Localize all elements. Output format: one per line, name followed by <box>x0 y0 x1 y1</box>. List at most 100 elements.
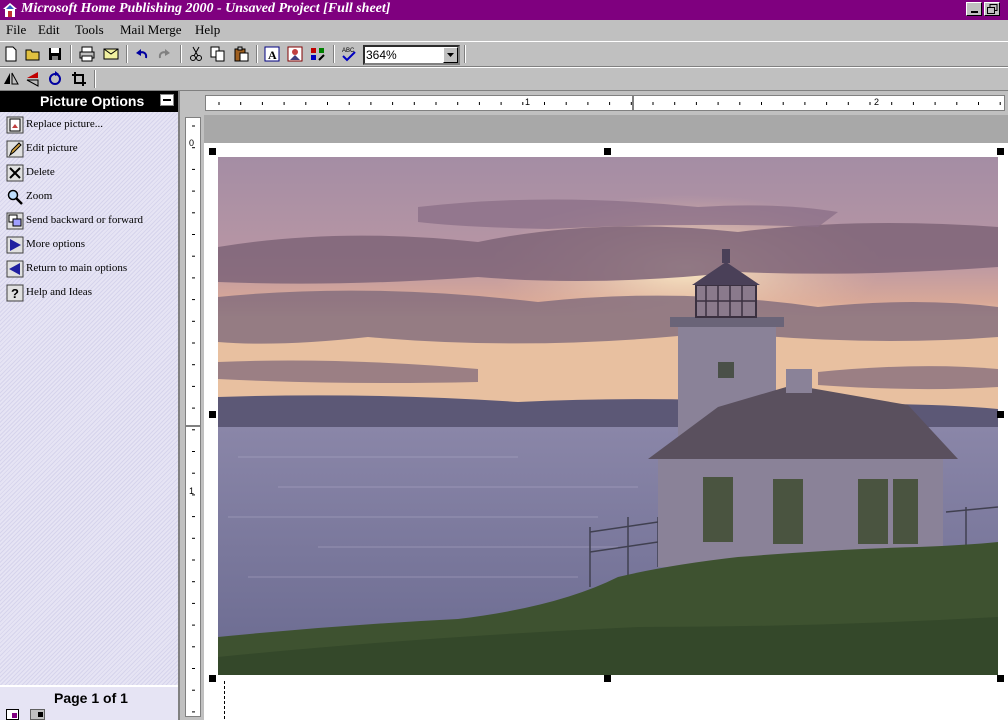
resize-handle-ne[interactable] <box>997 148 1004 155</box>
margin-guide <box>224 681 225 719</box>
panel-title: Picture Options <box>40 93 145 109</box>
option-zoom[interactable]: Zoom <box>5 187 175 207</box>
standard-toolbar: A ABC 364% <box>0 41 1008 67</box>
option-label: Send backward or forward <box>26 214 143 226</box>
window-title: Microsoft Home Publishing 2000 - Unsaved… <box>21 1 391 16</box>
copy-icon <box>210 46 225 62</box>
flip-horizontal-button[interactable] <box>2 70 20 88</box>
toolbar-separator <box>256 45 258 63</box>
insert-text-button[interactable]: A <box>263 45 281 63</box>
option-label: Replace picture... <box>26 118 103 130</box>
menu-file[interactable]: File <box>6 22 26 38</box>
resize-handle-se[interactable] <box>997 675 1004 682</box>
page-navigator: Page 1 of 1 <box>0 685 178 720</box>
resize-handle-n[interactable] <box>604 148 611 155</box>
option-label: Edit picture <box>26 142 78 154</box>
text-box-icon: A <box>264 46 280 62</box>
resize-handle-e[interactable] <box>997 411 1004 418</box>
resize-handle-w[interactable] <box>209 411 216 418</box>
open-button[interactable] <box>24 45 42 63</box>
option-send-backward-forward[interactable]: Send backward or forward <box>5 211 175 231</box>
option-help-ideas[interactable]: ? Help and Ideas <box>5 283 175 303</box>
pencil-icon <box>6 140 24 158</box>
toolbar-separator <box>94 70 96 88</box>
new-document-icon <box>5 46 17 62</box>
zoom-dropdown-button[interactable] <box>443 47 458 63</box>
horizontal-ruler: 1 2 <box>180 91 1008 115</box>
cut-button[interactable] <box>187 45 205 63</box>
ruler-number: 0 <box>189 138 195 148</box>
app-logo-icon <box>3 3 17 17</box>
resize-handle-sw[interactable] <box>209 675 216 682</box>
toolbar-separator <box>126 45 128 63</box>
option-replace-picture[interactable]: Replace picture... <box>5 115 175 135</box>
svg-text:A: A <box>268 48 277 62</box>
crop-icon <box>72 72 86 86</box>
save-button[interactable] <box>46 45 64 63</box>
lighthouse-photo[interactable] <box>218 157 998 675</box>
toolbar-separator <box>464 45 466 63</box>
new-button[interactable] <box>2 45 20 63</box>
title-bar: Microsoft Home Publishing 2000 - Unsaved… <box>0 0 1008 20</box>
menu-edit[interactable]: Edit <box>38 22 60 38</box>
magnifier-icon <box>7 189 23 205</box>
option-more-options[interactable]: More options <box>5 235 175 255</box>
design-gallery-icon <box>311 48 325 61</box>
option-return-main[interactable]: Return to main options <box>5 259 175 279</box>
panel-minimize-button[interactable] <box>160 94 174 106</box>
email-button[interactable] <box>102 45 120 63</box>
resize-handle-nw[interactable] <box>209 148 216 155</box>
page-sheet[interactable] <box>204 143 1008 720</box>
crop-button[interactable] <box>70 70 88 88</box>
ruler-number: 2 <box>874 97 880 107</box>
print-button[interactable] <box>78 45 96 63</box>
spelling-button[interactable]: ABC <box>340 45 358 63</box>
option-label: Zoom <box>26 190 53 202</box>
workspace-canvas[interactable] <box>204 115 1008 720</box>
option-delete[interactable]: Delete <box>5 163 175 183</box>
flip-vertical-button[interactable] <box>24 70 42 88</box>
page-thumbnail-icon[interactable] <box>30 709 46 720</box>
option-edit-picture[interactable]: Edit picture <box>5 139 175 159</box>
copy-button[interactable] <box>209 45 227 63</box>
minus-icon <box>163 99 171 101</box>
picture-options-panel: Picture Options Replace picture... Edit … <box>0 91 180 720</box>
menu-tools[interactable]: Tools <box>75 22 104 38</box>
offpage-area <box>204 115 1008 143</box>
menu-mail-merge[interactable]: Mail Merge <box>120 22 182 38</box>
restore-button[interactable] <box>984 2 1000 16</box>
page-indicator: Page 1 of 1 <box>54 690 128 706</box>
scissors-icon <box>190 46 202 61</box>
rotate-icon <box>49 71 61 85</box>
ruler-number: 1 <box>525 97 531 107</box>
option-label: More options <box>26 238 85 250</box>
svg-text:?: ? <box>11 286 19 301</box>
page-thumbnail-icon[interactable] <box>6 709 20 720</box>
minimize-button[interactable] <box>966 2 982 16</box>
resize-handle-s[interactable] <box>604 675 611 682</box>
arrow-right-icon <box>6 236 24 254</box>
paste-button[interactable] <box>232 45 250 63</box>
restore-icon <box>987 4 998 14</box>
send-backward-icon <box>6 212 24 230</box>
clipboard-icon <box>234 46 249 62</box>
design-gallery-button[interactable] <box>309 45 327 63</box>
option-label: Return to main options <box>26 262 128 274</box>
spell-check-icon: ABC <box>342 48 356 62</box>
toolbar-separator <box>70 45 72 63</box>
panel-header: Picture Options <box>0 91 178 112</box>
flip-horizontal-icon <box>4 72 19 85</box>
picture-toolbar <box>0 67 1008 91</box>
printer-icon <box>79 46 95 62</box>
insert-picture-button[interactable] <box>286 45 304 63</box>
save-disk-icon <box>49 48 61 60</box>
ruler-strip: 1 2 <box>205 95 1005 111</box>
envelope-icon <box>103 48 119 60</box>
menu-help[interactable]: Help <box>195 22 220 38</box>
redo-button[interactable] <box>155 45 173 63</box>
zoom-dropdown[interactable]: 364% <box>363 45 460 65</box>
redo-icon <box>158 49 170 59</box>
undo-button[interactable] <box>133 45 151 63</box>
rotate-button[interactable] <box>46 70 64 88</box>
ruler-ticks <box>186 125 200 713</box>
